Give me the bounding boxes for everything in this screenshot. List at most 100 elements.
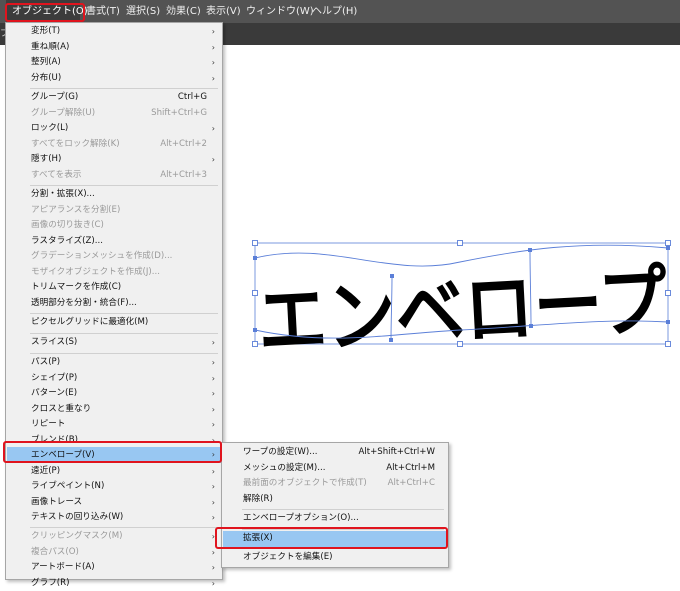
menu-item-path[interactable]: パス(P)› xyxy=(7,355,221,371)
menu-item-label: アピアランスを分割(E) xyxy=(31,203,120,219)
menu-item-unlock-all[interactable]: すべてをロック解除(K)Alt+Ctrl+2 xyxy=(7,137,221,153)
chevron-right-icon: › xyxy=(212,335,215,351)
menu-item-lock[interactable]: ロック(L) › xyxy=(7,121,221,137)
chevron-right-icon: › xyxy=(212,55,215,71)
menu-item-arrange[interactable]: 重ね順(A) › xyxy=(7,40,221,56)
menu-select[interactable]: 選択(S) xyxy=(126,0,160,23)
menu-item-shortcut: Shift+Ctrl+G xyxy=(151,106,207,122)
menu-item-label: 重ね順(A) xyxy=(31,40,69,56)
chevron-right-icon: › xyxy=(212,417,215,433)
chevron-right-icon: › xyxy=(212,40,215,56)
chevron-right-icon: › xyxy=(212,560,215,576)
menu-item-label: 整列(A) xyxy=(31,55,61,71)
menu-item-envelope[interactable]: エンベロープ(V)› xyxy=(7,447,221,463)
chevron-right-icon: › xyxy=(212,386,215,402)
menu-item-label: テキストの回り込み(W) xyxy=(31,510,123,526)
menu-item-label: 隠す(H) xyxy=(31,152,61,168)
menu-item-clipping-mask[interactable]: クリッピングマスク(M)› xyxy=(7,529,221,545)
menu-item-shape[interactable]: シェイプ(P)› xyxy=(7,371,221,387)
menu-item-image-trace[interactable]: 画像トレース › xyxy=(7,495,221,511)
menu-item-label: グループ(G) xyxy=(31,90,78,106)
menu-item-expand-split[interactable]: 分割・拡張(X)... xyxy=(7,187,221,203)
menu-item-text-wrap[interactable]: テキストの回り込み(W) › xyxy=(7,510,221,526)
menu-type[interactable]: 書式(T) xyxy=(86,0,120,23)
menu-item-blend[interactable]: ブレンド(B)› xyxy=(7,433,221,449)
menu-item-pattern[interactable]: パターン(E)› xyxy=(7,386,221,402)
envelope-text: エンベロープ xyxy=(256,256,670,367)
menu-item-ungroup[interactable]: グループ解除(U) Shift+Ctrl+G xyxy=(7,106,221,122)
menu-separator xyxy=(30,88,218,89)
menu-item-label: スライス(S) xyxy=(31,335,77,351)
menu-item-slice[interactable]: スライス(S) › xyxy=(7,335,221,351)
menu-item-label: 変形(T) xyxy=(31,24,60,40)
menu-item-align[interactable]: 整列(A) › xyxy=(7,55,221,71)
menu-item-rasterize[interactable]: ラスタライズ(Z)... xyxy=(7,234,221,250)
menu-item-object-mosaic[interactable]: モザイクオブジェクトを作成(J)... xyxy=(7,265,221,281)
menu-item-expand-appearance[interactable]: アピアランスを分割(E) xyxy=(7,203,221,219)
menu-separator xyxy=(242,509,444,510)
menu-separator xyxy=(30,353,218,354)
menu-item-label: ピクセルグリッドに最適化(M) xyxy=(31,315,148,331)
menu-item-label: メッシュの設定(M)... xyxy=(243,461,325,477)
menu-item-label: ロック(L) xyxy=(31,121,68,137)
submenu-item-edit-contents[interactable]: オブジェクトを編集(E) xyxy=(223,550,447,566)
menu-item-label: 画像トレース xyxy=(31,495,82,511)
menu-help[interactable]: ヘルプ(H) xyxy=(312,0,357,23)
menu-item-shortcut: Alt+Ctrl+C xyxy=(388,476,435,492)
menu-item-live-paint[interactable]: ライブペイント(N)› xyxy=(7,479,221,495)
menu-item-group[interactable]: グループ(G)Ctrl+G xyxy=(7,90,221,106)
menu-item-label: リピート xyxy=(31,417,65,433)
menu-item-transform[interactable]: 変形(T)› xyxy=(7,24,221,40)
chevron-right-icon: › xyxy=(212,447,215,463)
submenu-item-envelope-options[interactable]: エンベロープオプション(O)... xyxy=(223,511,447,527)
submenu-item-make-with-top-object[interactable]: 最前面のオブジェクトで作成(T) Alt+Ctrl+C xyxy=(223,476,447,492)
menu-item-compound-path[interactable]: 複合パス(O)› xyxy=(7,545,221,561)
menu-item-artboards[interactable]: アートボード(A)› xyxy=(7,560,221,576)
menu-item-shortcut: Alt+Shift+Ctrl+W xyxy=(358,445,435,461)
menu-item-label: ブレンド(B) xyxy=(31,433,78,449)
menu-item-label: トリムマークを作成(C) xyxy=(31,280,121,296)
menu-item-label: グループ解除(U) xyxy=(31,106,95,122)
menu-item-flatten-transparency[interactable]: 透明部分を分割・統合(F)... xyxy=(7,296,221,312)
menu-item-pixel-perfect[interactable]: ピクセルグリッドに最適化(M) xyxy=(7,315,221,331)
menu-item-label: ラスタライズ(Z)... xyxy=(31,234,103,250)
chevron-right-icon: › xyxy=(212,495,215,511)
submenu-item-release[interactable]: 解除(R) xyxy=(223,492,447,508)
menu-item-graph[interactable]: グラフ(R)› xyxy=(7,576,221,591)
menu-separator xyxy=(30,313,218,314)
menu-object[interactable]: オブジェクト(O) xyxy=(6,0,80,23)
menu-item-label: 最前面のオブジェクトで作成(T) xyxy=(243,476,367,492)
menu-item-gradient-mesh[interactable]: グラデーションメッシュを作成(D)... xyxy=(7,249,221,265)
menu-item-label: グラフ(R) xyxy=(31,576,69,591)
submenu-item-expand[interactable]: 拡張(X) xyxy=(223,531,447,547)
submenu-item-warp-settings[interactable]: ワープの設定(W)...Alt+Shift+Ctrl+W xyxy=(223,445,447,461)
chevron-right-icon: › xyxy=(212,510,215,526)
menu-item-show-all[interactable]: すべてを表示Alt+Ctrl+3 xyxy=(7,168,221,184)
submenu-item-mesh-settings[interactable]: メッシュの設定(M)... Alt+Ctrl+M xyxy=(223,461,447,477)
menu-item-hide[interactable]: 隠す(H) › xyxy=(7,152,221,168)
menu-item-label: グラデーションメッシュを作成(D)... xyxy=(31,249,172,265)
menu-item-label: 解除(R) xyxy=(243,492,273,508)
menu-item-label: 画像の切り抜き(C) xyxy=(31,218,104,234)
menu-item-crop-image[interactable]: 画像の切り抜き(C) xyxy=(7,218,221,234)
menu-item-repeat[interactable]: リピート › xyxy=(7,417,221,433)
menu-bar: オブジェクト(O) 書式(T) 選択(S) 効果(C) 表示(V) ウィンドウ(… xyxy=(0,0,680,23)
chevron-right-icon: › xyxy=(212,152,215,168)
menu-separator xyxy=(30,527,218,528)
object-menu: 変形(T)› 重ね順(A)› 整列(A)› 分布(U)› グループ(G)Ctrl… xyxy=(5,22,223,580)
chevron-right-icon: › xyxy=(212,121,215,137)
chevron-right-icon: › xyxy=(212,464,215,480)
menu-window[interactable]: ウィンドウ(W) xyxy=(246,0,314,23)
menu-separator xyxy=(30,185,218,186)
chevron-right-icon: › xyxy=(212,479,215,495)
menu-item-trim-marks[interactable]: トリムマークを作成(C) xyxy=(7,280,221,296)
menu-item-perspective[interactable]: 遠近(P)› xyxy=(7,464,221,480)
menu-effect[interactable]: 効果(C) xyxy=(166,0,201,23)
menu-item-shortcut: Alt+Ctrl+M xyxy=(386,461,435,477)
menu-item-intertwine[interactable]: クロスと重なり› xyxy=(7,402,221,418)
menu-item-distribute[interactable]: 分布(U)› xyxy=(7,71,221,87)
menu-item-label: モザイクオブジェクトを作成(J)... xyxy=(31,265,160,281)
menu-item-label: クリッピングマスク(M) xyxy=(31,529,122,545)
menu-view[interactable]: 表示(V) xyxy=(206,0,241,23)
menu-item-label: 分布(U) xyxy=(31,71,61,87)
